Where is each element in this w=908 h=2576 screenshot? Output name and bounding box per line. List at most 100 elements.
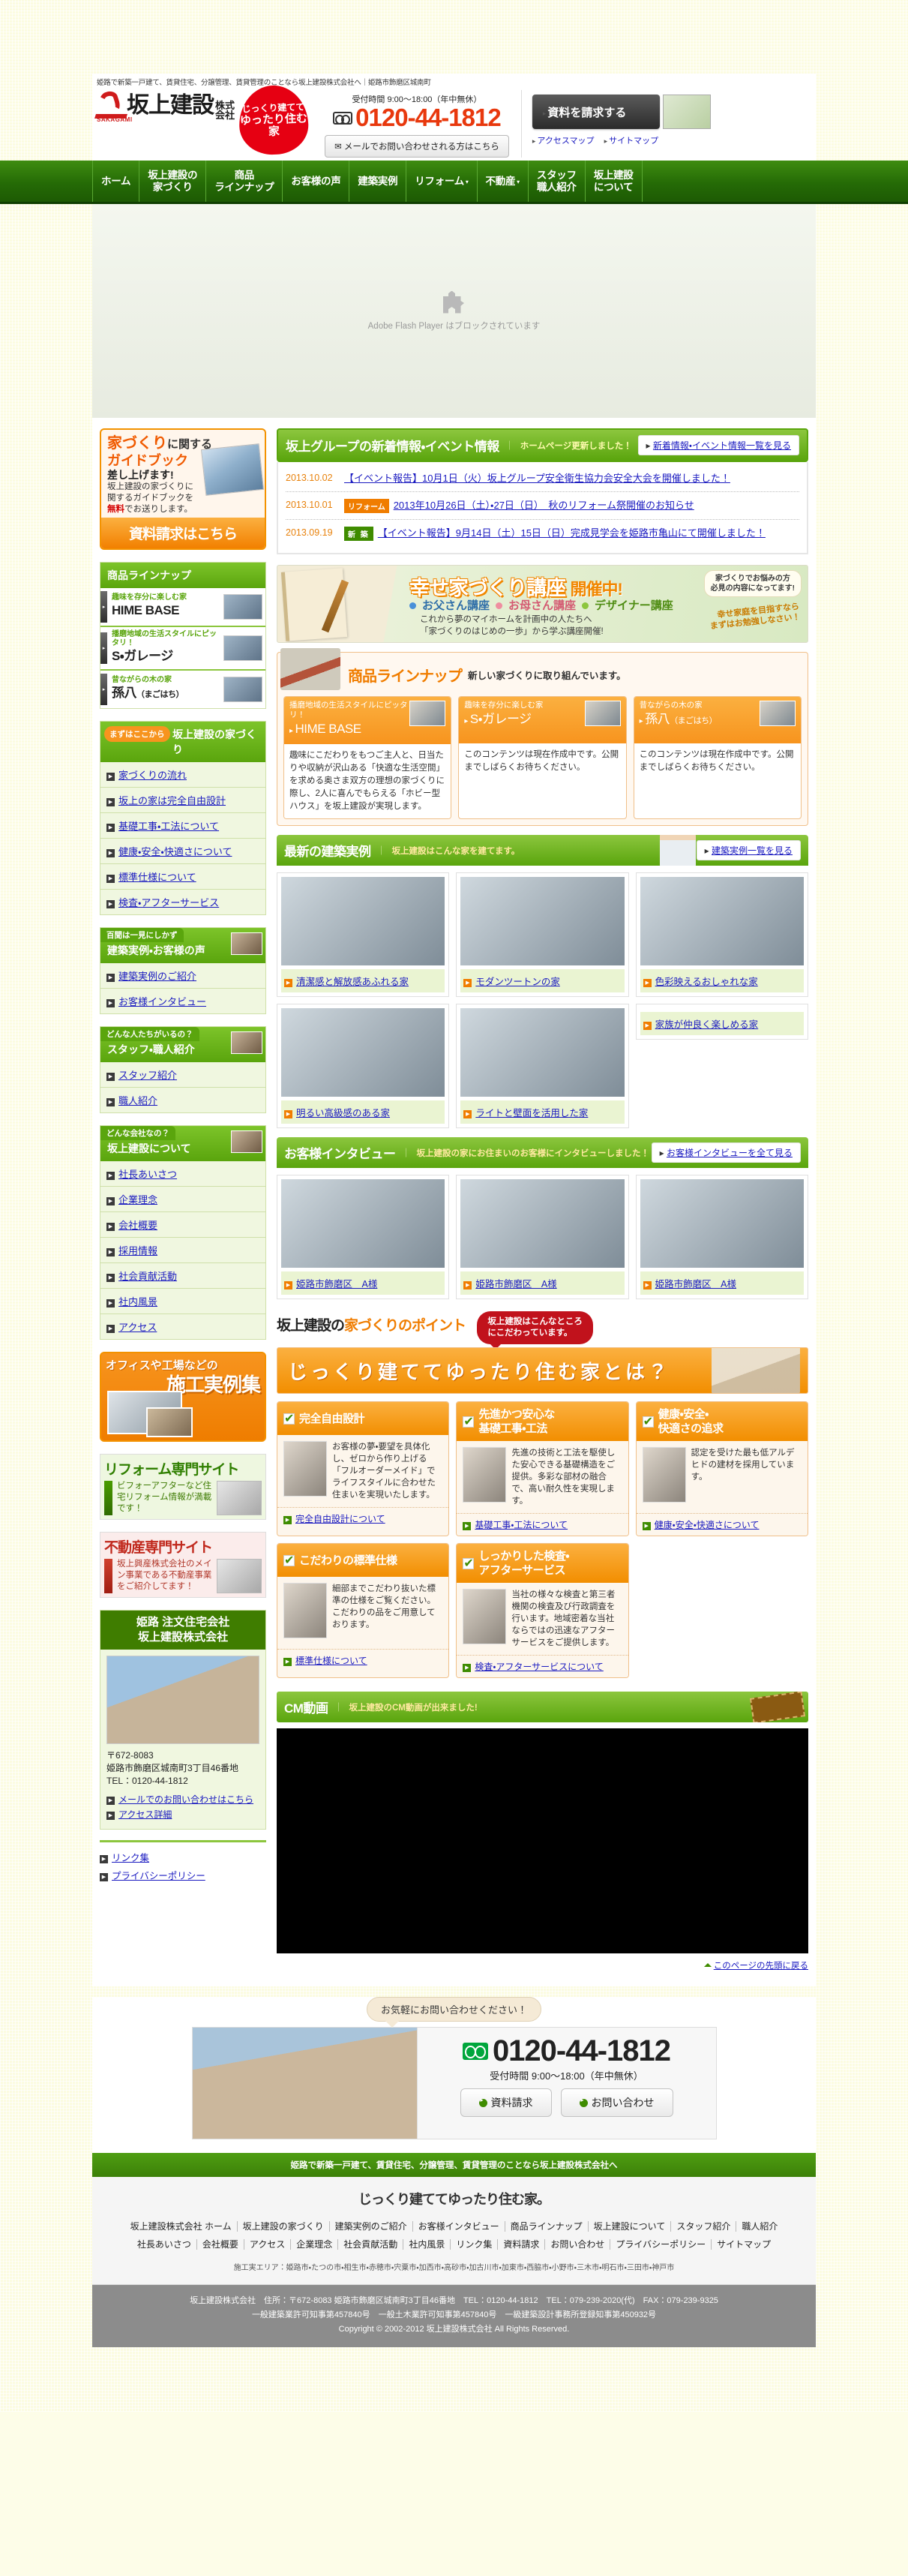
interview-caption[interactable]: 姫路市飾磨区 A様 [655,1279,736,1290]
nav-item-3[interactable]: お客様の声 [282,161,349,202]
work-caption[interactable]: 家族が仲良く楽しめる家 [655,1019,759,1030]
sidebar-link-label[interactable]: 家づくりの流れ [118,770,187,781]
sidebar-link-label[interactable]: 会社概要 [118,1220,157,1231]
footer-link[interactable]: 企業理念 [291,2239,339,2250]
sidebar-link-item[interactable]: ▶ 社会貢献活動 [100,1263,265,1289]
sidebar-link-label[interactable]: お客様インタビュー [118,996,206,1007]
footer-link[interactable]: お客様インタビュー [412,2221,505,2232]
nav-item-5[interactable]: リフォーム [406,161,476,202]
sidebar-link-label[interactable]: アクセス [118,1322,157,1333]
nav-item-2[interactable]: 商品 ラインナップ [205,161,282,202]
footer-link[interactable]: スタッフ紹介 [671,2221,737,2232]
happy-housebuilding-course-banner[interactable]: 幸せ家づくり講座 開催中! お父さん講座 お母さん講座 デザイナー講座 これから夢の… [277,565,808,643]
sidebar-bottom-link[interactable]: ▶ リンク集 [100,1850,266,1864]
footer-link[interactable]: 商品ラインナップ [505,2221,589,2232]
sidebar-link-label[interactable]: 職人紹介 [118,1095,157,1106]
work-card[interactable]: ▶ 明るい高級感のある家 [277,1004,450,1128]
sidebar-lineup-item-2[interactable]: ▸ 昔ながらの木の家 孫八（まごはち） [100,671,265,708]
sidebar-link-item[interactable]: ▶ 坂上の家は完全自由設計 [100,788,265,813]
sidebar-link-label[interactable]: 採用情報 [118,1245,157,1256]
work-caption[interactable]: 明るい高級感のある家 [296,1108,390,1118]
interview-card[interactable]: ▶ 姫路市飾磨区 A様 [635,1175,808,1299]
footer-link[interactable]: 建築実例のご紹介 [329,2221,413,2232]
sidebar-lineup-item-1[interactable]: ▸ 播磨地域の生活スタイルにピッタリ！ S・ガレージ [100,627,265,671]
guidebook-request-button[interactable]: 資料請求はこちら [101,518,265,548]
interview-caption[interactable]: 姫路市飾磨区 A様 [296,1279,377,1290]
footer-link[interactable]: 職人紹介 [736,2221,783,2232]
footer-link[interactable]: 社内風景 [403,2239,451,2250]
lineup-card-0[interactable]: 播磨地域の生活スタイルにピッタリ！HIME BASE 趣味にこだわりをもつご主人と… [283,696,452,819]
news-row[interactable]: 2013.10.01 リフォーム 2013年10月26日（土）・27日（日） 秋のリ… [286,492,799,520]
work-card[interactable]: ▶ ライトと壁面を活用した家 [456,1004,629,1128]
lineup-card-2[interactable]: 昔ながらの木の家孫八（まごはち） このコンテンツは現在作成中です。公開までしばらく… [633,696,802,819]
footer-link[interactable]: プライバシーポリシー [610,2239,712,2250]
nav-item-6[interactable]: 不動産 [476,161,528,202]
back-to-top-link[interactable]: このページの先頭に戻る [714,1962,808,1971]
sidebar-link-label[interactable]: 社内風景 [118,1296,157,1308]
news-link[interactable]: 【イベント報告】9月14日（土）15日（日）完成見学会を姫路市亀山にて開催しまし… [378,527,799,540]
reform-site-banner[interactable]: リフォーム専門サイト ビフォーアフターなど住宅リフォーム情報が満載です！ [100,1454,266,1520]
sidebar-link-item[interactable]: ▶ 健康・安全・快適さについて [100,839,265,864]
news-row[interactable]: 2013.10.02 【イベント報告】10月1日（火）坂上グループ安全衛生協力会安… [286,465,799,492]
work-caption[interactable]: ライトと壁面を活用した家 [475,1108,588,1118]
site-logo[interactable]: SAKAGAMI 坂上建設 株式 会社 [94,89,235,123]
sidebar-link-label[interactable]: 基礎工事・工法について [118,821,219,832]
sidebar-link-item[interactable]: ▶ 社内風景 [100,1289,265,1314]
footer-link[interactable]: 社長あいさつ [131,2239,197,2250]
footer-link[interactable]: サイトマップ [712,2239,776,2250]
contact-inquiry-button[interactable]: お問い合わせ [560,2088,673,2117]
work-caption[interactable]: 色彩映えるおしゃれな家 [655,977,758,987]
sidebar-link-item[interactable]: ▶ お客様インタビュー [100,989,265,1013]
work-card[interactable]: ▶ モダンツートンの家 [456,872,629,997]
footer-link[interactable]: 資料請求 [498,2239,546,2250]
sidebar-link-item[interactable]: ▶ 建築実例のご紹介 [100,963,265,989]
sitemap-link[interactable]: サイトマップ [604,137,659,146]
sidebar-link-label[interactable]: 検査・アフターサービス [118,897,219,908]
work-card[interactable]: ▶ 家族が仲良く楽しめる家 [635,1004,808,1040]
estate-site-banner[interactable]: 不動産専門サイト 坂上興産株式会社のメイン事業である不動産事業をご紹介してます！ [100,1532,266,1598]
sidebar-link-item[interactable]: ▶ 社長あいさつ [100,1161,265,1187]
nav-item-8[interactable]: 坂上建設 について [584,161,643,202]
sidebar-link-label[interactable]: 建築実例のご紹介 [118,971,196,982]
sidebar-link-item[interactable]: ▶ スタッフ紹介 [100,1062,265,1088]
mail-inquiry-button[interactable]: ✉ メールでお問い合わせされる方はこちら [325,135,509,158]
nav-item-4[interactable]: 建築実例 [349,161,406,202]
sidebar-link-label[interactable]: 社会貢献活動 [118,1271,177,1282]
request-materials-button[interactable]: 資料を請求する [532,95,660,129]
nav-item-7[interactable]: スタッフ 職人紹介 [527,161,585,202]
sidebar-link-item[interactable]: ▶ アクセス [100,1314,265,1339]
sidebar-link-label[interactable]: 標準仕様について [118,872,196,883]
works-more-button[interactable]: ▸ 建築実例一覧を見る [696,840,801,860]
footer-link[interactable]: 坂上建設の家づくり [237,2221,330,2232]
point-card-link[interactable]: 検査・アフターサービスについて [475,1662,603,1672]
footer-link[interactable]: お問い合わせ [545,2239,611,2250]
sidebar-link-item[interactable]: ▶ 企業理念 [100,1187,265,1212]
sidebar-link-label[interactable]: 健康・安全・快適さについて [118,846,232,857]
sidebar-link-item[interactable]: ▶ 家づくりの流れ [100,762,265,788]
point-card-link[interactable]: 完全自由設計について [295,1514,385,1524]
interview-card[interactable]: ▶ 姫路市飾磨区 A様 [277,1175,450,1299]
sidebar-link-label[interactable]: 坂上の家は完全自由設計 [118,795,226,806]
news-row[interactable]: 2013.09.19 新 築【イベント報告】9月14日（土）15日（日）完成見学会… [286,520,799,547]
office-link[interactable]: ▶ メールでのお問い合わせはこちら [106,1793,259,1806]
point-card-link[interactable]: 健康・安全・快適さについて [655,1520,760,1530]
lineup-card-1[interactable]: 趣味を存分に楽しむ家S・ガレージこのコンテンツは現在作成中です。公開までしばらく… [458,696,627,819]
sidebar-link-item[interactable]: ▶ 職人紹介 [100,1088,265,1112]
news-link[interactable]: 【イベント報告】10月1日（火）坂上グループ安全衛生協力会安全大会を開催しました… [344,472,799,485]
interviews-more-button[interactable]: ▸ お客様インタビューを全て見る [651,1142,801,1163]
interview-caption[interactable]: 姫路市飾磨区 A様 [475,1279,556,1290]
interview-card[interactable]: ▶ 姫路市飾磨区 A様 [456,1175,629,1299]
office-link[interactable]: ▶ アクセス詳細 [106,1808,259,1821]
sidebar-link-item[interactable]: ▶ 会社概要 [100,1212,265,1238]
sidebar-link-item[interactable]: ▶ 採用情報 [100,1238,265,1263]
news-link[interactable]: 2013年10月26日（土）・27日（日） 秋のリフォーム祭開催のお知らせ [394,499,799,512]
footer-link[interactable]: アクセス [244,2239,292,2250]
work-caption[interactable]: 清潔感と解放感あふれる家 [296,977,409,987]
sidebar-link-label[interactable]: 企業理念 [118,1194,157,1205]
sidebar-link-item[interactable]: ▶ 標準仕様について [100,864,265,890]
construction-examples-banner[interactable]: オフィスや工場などの 施工実例集 [100,1352,266,1442]
point-card-link[interactable]: 標準仕様について [295,1656,367,1666]
sidebar-link-item[interactable]: ▶ 基礎工事・工法について [100,813,265,839]
sidebar-link-label[interactable]: 社長あいさつ [118,1169,177,1180]
work-card[interactable]: ▶ 清潔感と解放感あふれる家 [277,872,450,997]
